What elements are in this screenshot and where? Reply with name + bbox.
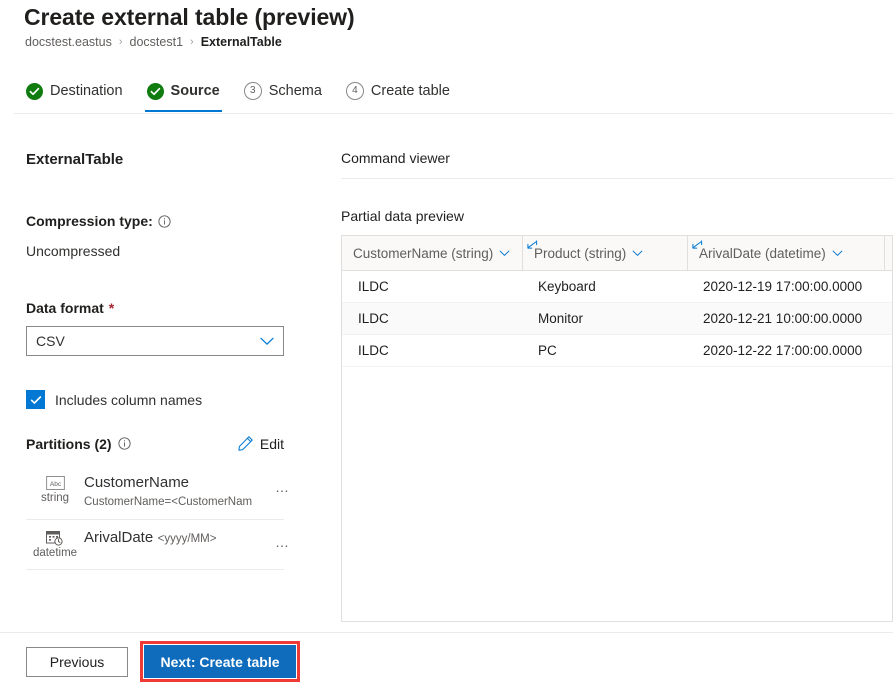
column-header-label: Product (string): [534, 246, 626, 261]
partition-type-label: string: [41, 493, 69, 505]
cell-arivaldate: 2020-12-19 17:00:00.0000: [687, 271, 884, 302]
edit-partitions-label: Edit: [260, 436, 284, 452]
required-asterisk: *: [109, 300, 114, 316]
includes-column-names-label: Includes column names: [55, 392, 202, 408]
check-icon: [30, 394, 42, 406]
abc-icon: Abc: [46, 474, 65, 491]
partition-details: ArivalDate <yyyy/MM>: [84, 529, 284, 547]
tab-create-table[interactable]: 4 Create table: [334, 70, 462, 112]
tab-source[interactable]: Source: [135, 70, 232, 112]
data-format-label: Data format *: [26, 300, 114, 316]
cell-product: Monitor: [522, 303, 687, 334]
compression-type-label-text: Compression type:: [26, 213, 153, 229]
cell-product: Keyboard: [522, 271, 687, 302]
partition-name: ArivalDate: [84, 529, 153, 546]
cell-overflow: [884, 335, 893, 366]
partial-data-preview-title: Partial data preview: [341, 208, 464, 224]
partition-pattern: <yyyy/MM>: [158, 533, 217, 545]
info-icon[interactable]: [158, 214, 172, 228]
partition-pattern: CustomerName=<CustomerNam: [84, 496, 252, 508]
edit-partitions-button[interactable]: Edit: [237, 435, 284, 452]
step-number-badge: 4: [346, 82, 364, 100]
checkbox-box[interactable]: [26, 390, 45, 409]
check-circle-icon: [147, 83, 164, 100]
pencil-icon: [237, 435, 254, 452]
source-settings-panel: ExternalTable Compression type: Uncompre…: [0, 125, 330, 620]
tab-destination-label: Destination: [50, 83, 123, 99]
table-row[interactable]: ILDC Monitor 2020-12-21 10:00:00.0000: [342, 303, 892, 335]
wizard-tabs: Destination Source 3 Schema 4 Create tab…: [14, 70, 893, 114]
cell-customername: ILDC: [342, 335, 522, 366]
data-format-dropdown[interactable]: CSV: [26, 326, 284, 356]
cell-overflow: [884, 271, 893, 302]
breadcrumb-item-2: ExternalTable: [201, 35, 282, 49]
tab-schema[interactable]: 3 Schema: [232, 70, 334, 112]
breadcrumb: docstest.eastus › docstest1 › ExternalTa…: [25, 35, 282, 49]
list-item[interactable]: datetime ArivalDate <yyyy/MM> …: [26, 520, 284, 570]
cell-arivaldate: 2020-12-21 10:00:00.0000: [687, 303, 884, 334]
table-row[interactable]: ILDC PC 2020-12-22 17:00:00.0000: [342, 335, 892, 367]
partitions-title-text: Partitions (2): [26, 436, 112, 452]
chevron-down-icon: [260, 337, 274, 346]
next-create-table-button[interactable]: Next: Create table: [144, 645, 296, 678]
partition-more-menu[interactable]: …: [275, 479, 290, 495]
list-item[interactable]: Abc string CustomerName CustomerName=<Cu…: [26, 465, 284, 520]
breadcrumb-item-1[interactable]: docstest1: [130, 35, 184, 49]
cell-overflow: [884, 303, 893, 334]
cell-product: PC: [522, 335, 687, 366]
partition-type-label: datetime: [33, 548, 77, 560]
partition-details: CustomerName CustomerName=<CustomerNam: [84, 474, 284, 510]
external-table-name: ExternalTable: [26, 151, 123, 168]
tab-source-label: Source: [171, 83, 220, 99]
chevron-down-icon[interactable]: [632, 250, 643, 257]
cell-customername: ILDC: [342, 303, 522, 334]
calendar-clock-icon: [46, 529, 64, 546]
partition-more-menu[interactable]: …: [275, 534, 290, 550]
step-number-badge: 3: [244, 82, 262, 100]
chevron-down-icon[interactable]: [832, 250, 843, 257]
command-viewer-title[interactable]: Command viewer: [341, 150, 450, 166]
svg-text:Abc: Abc: [49, 480, 61, 487]
table-row[interactable]: ILDC Keyboard 2020-12-19 17:00:00.0000: [342, 271, 892, 303]
wizard-footer: Previous Next: Create table: [0, 640, 893, 683]
info-icon[interactable]: [118, 437, 132, 451]
data-format-selected-value: CSV: [36, 333, 260, 349]
collapse-arrow-icon[interactable]: [526, 240, 539, 251]
cell-arivaldate: 2020-12-22 17:00:00.0000: [687, 335, 884, 366]
partitions-title: Partitions (2): [26, 436, 132, 452]
partition-type: datetime: [26, 529, 84, 560]
data-format-label-text: Data format: [26, 300, 104, 316]
check-circle-icon: [26, 83, 43, 100]
column-header-overflow[interactable]: [884, 236, 893, 270]
compression-type-label: Compression type:: [26, 213, 172, 229]
partitions-header: Partitions (2) Edit: [26, 435, 284, 452]
chevron-down-icon[interactable]: [499, 250, 510, 257]
tab-destination[interactable]: Destination: [14, 70, 135, 112]
tab-create-table-label: Create table: [371, 83, 450, 99]
footer-divider: [0, 632, 893, 633]
column-header-arivaldate[interactable]: ArivalDate (datetime): [687, 236, 884, 270]
column-header-label: CustomerName (string): [353, 246, 493, 261]
breadcrumb-item-0[interactable]: docstest.eastus: [25, 35, 112, 49]
command-viewer-divider: [341, 178, 893, 179]
compression-type-value: Uncompressed: [26, 243, 120, 259]
partition-type: Abc string: [26, 474, 84, 505]
preview-panel: Command viewer Partial data preview Cust…: [341, 145, 893, 625]
tabs-divider: [14, 113, 893, 114]
tab-schema-label: Schema: [269, 83, 322, 99]
includes-column-names-checkbox[interactable]: Includes column names: [26, 390, 202, 409]
column-header-customername[interactable]: CustomerName (string): [342, 236, 522, 270]
collapse-arrow-icon[interactable]: [691, 240, 704, 251]
column-header-label: ArivalDate (datetime): [699, 246, 826, 261]
breadcrumb-separator-icon: ›: [119, 36, 123, 48]
page-title: Create external table (preview): [24, 4, 355, 31]
previous-button[interactable]: Previous: [26, 647, 128, 677]
partition-name: CustomerName: [84, 474, 189, 491]
breadcrumb-separator-icon: ›: [190, 36, 194, 48]
column-header-product[interactable]: Product (string): [522, 236, 687, 270]
partition-list: Abc string CustomerName CustomerName=<Cu…: [26, 465, 284, 570]
grid-header-row: CustomerName (string) Product (string): [342, 236, 892, 271]
data-preview-grid: CustomerName (string) Product (string): [341, 235, 893, 622]
cell-customername: ILDC: [342, 271, 522, 302]
